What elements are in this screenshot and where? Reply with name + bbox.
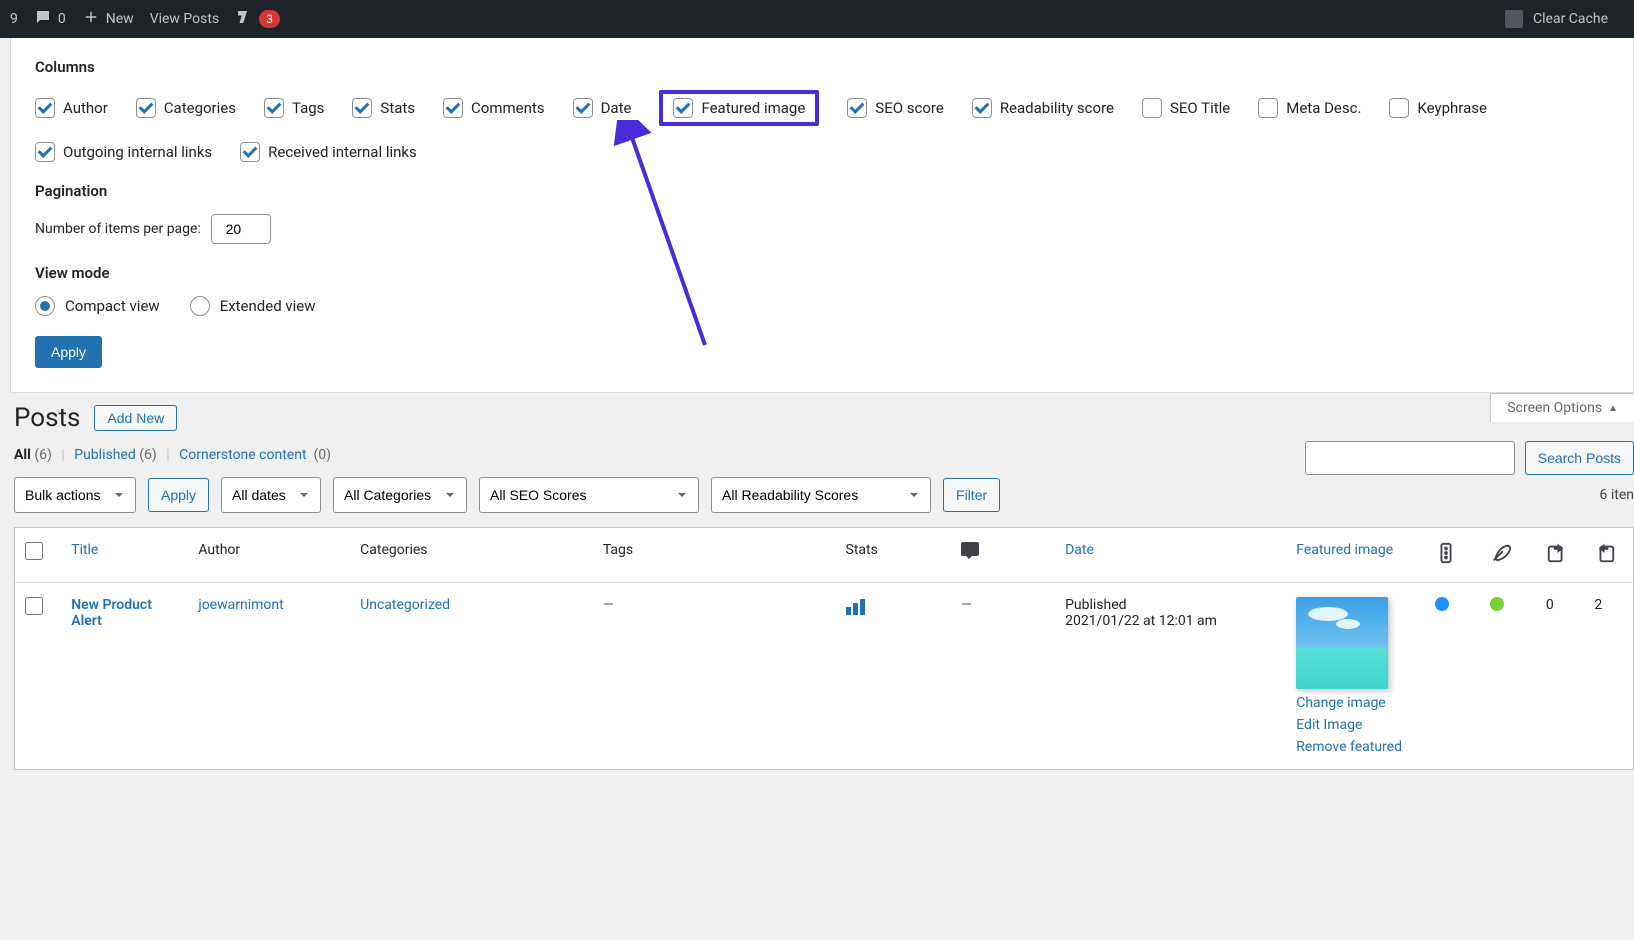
clear-cache-link[interactable]: Clear Cache xyxy=(1533,11,1608,27)
readability-scores-select[interactable]: All Readability Scores xyxy=(711,477,931,513)
bulk-actions-select[interactable]: Bulk actions xyxy=(14,477,136,513)
comments-cell: — xyxy=(961,597,972,613)
column-toggle-featured-image[interactable]: Featured image xyxy=(659,90,819,126)
table-row: New Product Alert joewarnimont Uncategor… xyxy=(15,583,1633,769)
col-date[interactable]: Date xyxy=(1065,542,1094,558)
tags-cell: — xyxy=(603,597,614,613)
cache-icon xyxy=(1505,10,1523,28)
column-toggle-meta-desc-[interactable]: Meta Desc. xyxy=(1258,90,1361,126)
change-image-link[interactable]: Change image xyxy=(1296,695,1415,711)
stats-icon[interactable] xyxy=(846,597,865,615)
yoast-badge: 3 xyxy=(259,10,280,28)
new-content[interactable]: New xyxy=(82,8,134,30)
filter-cornerstone[interactable]: Cornerstone content xyxy=(179,447,306,463)
column-toggle-stats[interactable]: Stats xyxy=(352,90,415,126)
col-stats: Stats xyxy=(836,528,952,583)
view-posts-link[interactable]: View Posts xyxy=(150,11,220,27)
featured-thumbnail[interactable] xyxy=(1296,597,1388,689)
columns-heading: Columns xyxy=(35,58,1609,76)
col-title[interactable]: Title xyxy=(71,542,98,558)
column-toggle-seo-title[interactable]: SEO Title xyxy=(1142,90,1230,126)
column-toggle-comments[interactable]: Comments xyxy=(443,90,545,126)
plus-icon xyxy=(82,8,100,30)
date-cell: Published2021/01/22 at 12:01 am xyxy=(1055,583,1286,769)
column-toggle-tags[interactable]: Tags xyxy=(264,90,324,126)
col-readability-icon xyxy=(1480,528,1535,583)
traffic-light-icon xyxy=(1435,542,1457,564)
filter-published[interactable]: Published xyxy=(74,447,135,463)
col-outgoing-links-icon xyxy=(1536,528,1585,583)
admin-bar: 9 0 New View Posts 3 Clear Cache xyxy=(0,0,1634,38)
seo-scores-select[interactable]: All SEO Scores xyxy=(479,477,699,513)
column-toggle-date[interactable]: Date xyxy=(573,90,632,126)
row-checkbox[interactable] xyxy=(25,597,43,615)
screen-options-panel: Columns Author Categories Tags Stats Comment… xyxy=(10,38,1634,393)
remove-featured-link[interactable]: Remove featured xyxy=(1296,739,1415,755)
outgoing-links-count: 0 xyxy=(1536,583,1585,769)
author-link[interactable]: joewarnimont xyxy=(198,597,283,613)
pagination-heading: Pagination xyxy=(35,182,1609,200)
updates-count[interactable]: 9 xyxy=(10,11,18,27)
comment-bubble-icon xyxy=(961,542,979,556)
column-toggle-readability-score[interactable]: Readability score xyxy=(972,90,1114,126)
search-input[interactable] xyxy=(1305,441,1515,475)
view-mode-heading: View mode xyxy=(35,264,1609,282)
search-posts-button[interactable]: Search Posts xyxy=(1525,441,1634,475)
caret-up-icon: ▲ xyxy=(1608,403,1618,414)
incoming-links-icon xyxy=(1594,542,1616,564)
column-toggle-author[interactable]: Author xyxy=(35,90,108,126)
column-toggle-categories[interactable]: Categories xyxy=(136,90,236,126)
filter-button[interactable]: Filter xyxy=(943,478,1000,512)
col-comments-icon xyxy=(951,528,1055,583)
items-per-page-input[interactable] xyxy=(211,214,271,244)
col-featured-image[interactable]: Featured image xyxy=(1296,542,1393,558)
compact-view-radio[interactable]: Compact view xyxy=(35,296,160,316)
page-title: Posts xyxy=(14,403,80,433)
extended-view-radio[interactable]: Extended view xyxy=(190,296,316,316)
filter-all[interactable]: All xyxy=(14,447,31,463)
col-categories: Categories xyxy=(350,528,593,583)
col-author: Author xyxy=(188,528,350,583)
add-new-button[interactable]: Add New xyxy=(94,405,177,431)
screen-options-toggle[interactable]: Screen Options ▲ xyxy=(1490,393,1634,422)
items-per-page-label: Number of items per page: xyxy=(35,221,201,237)
posts-table: Title Author Categories Tags Stats Date … xyxy=(14,527,1634,770)
categories-select[interactable]: All Categories xyxy=(333,477,467,513)
column-toggle-seo-score[interactable]: SEO score xyxy=(847,90,944,126)
item-count: 6 iten xyxy=(1600,487,1634,503)
col-seo-score-icon xyxy=(1425,528,1480,583)
column-toggle-keyphrase[interactable]: Keyphrase xyxy=(1389,90,1487,126)
column-toggle-outgoing-internal-links[interactable]: Outgoing internal links xyxy=(35,142,212,162)
outgoing-links-icon xyxy=(1546,542,1568,564)
comment-icon xyxy=(34,8,52,30)
apply-screen-options-button[interactable]: Apply xyxy=(35,336,102,368)
posts-wrap: Screen Options ▲ Posts Add New All (6) |… xyxy=(0,393,1634,770)
column-toggle-received-internal-links[interactable]: Received internal links xyxy=(240,142,417,162)
yoast-icon xyxy=(235,8,253,30)
comments-menu[interactable]: 0 xyxy=(34,8,66,30)
dates-select[interactable]: All dates xyxy=(221,477,321,513)
feather-icon xyxy=(1490,542,1512,564)
received-links-count: 2 xyxy=(1584,583,1633,769)
seo-score-dot xyxy=(1435,597,1449,611)
select-all-checkbox[interactable] xyxy=(25,542,43,560)
columns-checkboxes: Author Categories Tags Stats Comments Date Fea… xyxy=(35,90,1609,162)
readability-score-dot xyxy=(1490,597,1504,611)
bulk-apply-button[interactable]: Apply xyxy=(148,478,209,512)
category-link[interactable]: Uncategorized xyxy=(360,597,450,613)
yoast-menu[interactable]: 3 xyxy=(235,8,280,30)
edit-image-link[interactable]: Edit Image xyxy=(1296,717,1415,733)
post-title-link[interactable]: New Product Alert xyxy=(71,597,178,629)
col-tags: Tags xyxy=(593,528,836,583)
col-received-links-icon xyxy=(1584,528,1633,583)
